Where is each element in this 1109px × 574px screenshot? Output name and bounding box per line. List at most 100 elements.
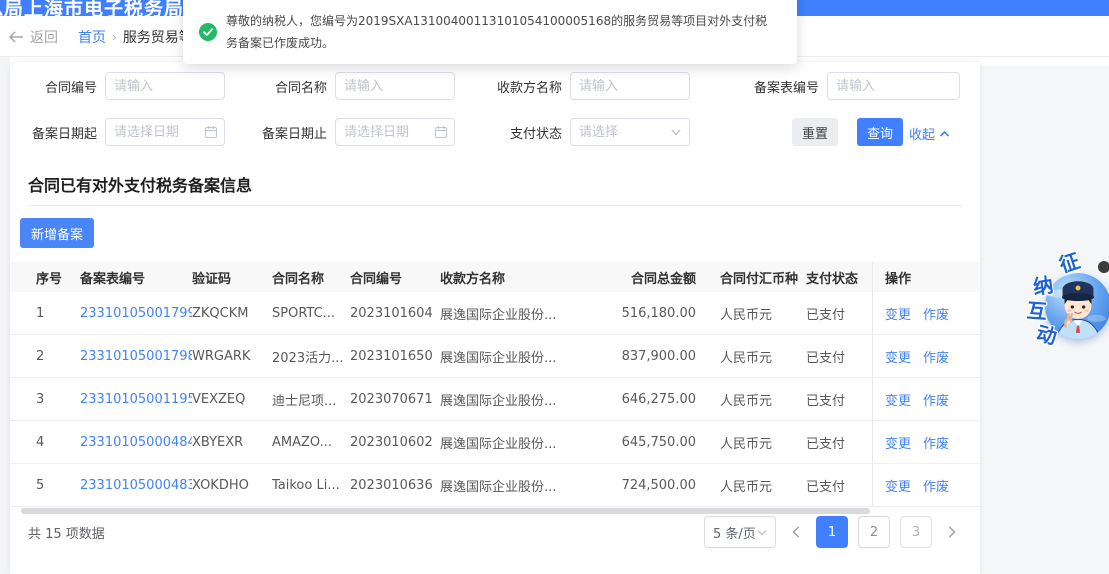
cell-payee: 展逸国际企业股份...	[440, 304, 608, 323]
col-amount: 合同总金额	[608, 268, 710, 287]
cell-status: 已支付	[806, 390, 872, 409]
toast-message: 尊敬的纳税人，您编号为2019SXA1310040011310105410000…	[226, 10, 779, 54]
field-record-date-to: 备案日期止	[247, 118, 455, 146]
cell-payee: 展逸国际企业股份...	[440, 476, 608, 495]
record-date-to-input[interactable]	[335, 118, 455, 146]
breadcrumb-home-link[interactable]: 首页	[78, 27, 106, 47]
cell-seq: 3	[28, 392, 80, 407]
cell-status: 已支付	[806, 304, 872, 323]
breadcrumb-separator: ›	[112, 30, 117, 44]
field-label: 收款方名称	[482, 77, 562, 96]
record-no-link[interactable]: 23310105000483	[80, 478, 192, 493]
collapse-label[interactable]: 收起	[909, 124, 935, 143]
cell-cname: 迪士尼项...	[272, 390, 350, 409]
back-label[interactable]: 返回	[30, 27, 58, 47]
change-link[interactable]: 变更	[885, 476, 911, 495]
pagination: 5 条/页 1 2 3	[704, 516, 962, 548]
field-label: 备案表编号	[739, 77, 819, 96]
payment-status-select[interactable]	[570, 118, 690, 146]
col-actions: 操作	[872, 262, 962, 292]
col-currency: 合同付汇币种	[710, 268, 806, 287]
field-label: 合同名称	[247, 77, 327, 96]
cell-cno: 2023070671	[350, 392, 440, 407]
add-record-button[interactable]: 新增备案	[20, 218, 94, 248]
col-status: 支付状态	[806, 268, 872, 287]
cell-currency: 人民币元	[710, 304, 806, 323]
cell-verify: XOKDHO	[192, 478, 272, 493]
field-payment-status: 支付状态	[482, 118, 690, 146]
void-link[interactable]: 作废	[923, 390, 949, 409]
col-verify: 验证码	[192, 268, 272, 287]
cell-currency: 人民币元	[710, 390, 806, 409]
page-button-1[interactable]: 1	[816, 516, 848, 548]
field-label: 备案日期止	[247, 123, 327, 142]
record-date-from-input[interactable]	[105, 118, 225, 146]
change-link[interactable]: 变更	[885, 390, 911, 409]
record-no-link[interactable]: 23310105001799	[80, 306, 192, 321]
cell-currency: 人民币元	[710, 476, 806, 495]
table-row: 5 23310105000483 XOKDHO Taikoo Li... 202…	[10, 464, 980, 507]
page: 国家税务总局上海市电子税务局 返回 首页 › 服务贸易等 尊敬的纳税人，您编号为…	[0, 0, 1109, 574]
cell-amount: 724,500.00	[608, 478, 710, 493]
site-title: 国家税务总局上海市电子税务局	[0, 0, 184, 16]
field-record-date-from: 备案日期起	[17, 118, 225, 146]
record-no-link[interactable]: 23310105001798	[80, 349, 192, 364]
void-link[interactable]: 作废	[923, 476, 949, 495]
cell-cno: 2023101650	[350, 349, 440, 364]
col-cname: 合同名称	[272, 268, 350, 287]
cell-status: 已支付	[806, 347, 872, 366]
field-label: 支付状态	[482, 123, 562, 142]
back-button[interactable]: 返回	[8, 27, 58, 47]
table-row: 2 23310105001798 WRGARK 2023活力... 202310…	[10, 335, 980, 378]
cell-cno: 2023010636	[350, 478, 440, 493]
cell-verify: VEXZEQ	[192, 392, 272, 407]
col-payee: 收款方名称	[440, 268, 608, 287]
cell-cname: Taikoo Li...	[272, 478, 350, 493]
page-button-3[interactable]: 3	[900, 516, 932, 548]
main-content-card: 合同编号 合同名称 收款方名称 备案表编号 备案日期起 备案日期止	[10, 62, 980, 574]
cell-status: 已支付	[806, 476, 872, 495]
search-button[interactable]: 查询	[857, 118, 903, 146]
col-seq: 序号	[28, 268, 80, 287]
cell-verify: ZKQCKM	[192, 306, 272, 321]
total-count: 共 15 项数据	[28, 523, 105, 542]
void-link[interactable]: 作废	[923, 347, 949, 366]
void-link[interactable]: 作废	[923, 304, 949, 323]
table-row: 1 23310105001799 ZKQCKM SPORTC... 202310…	[10, 292, 980, 335]
next-page-button[interactable]	[942, 516, 962, 548]
back-arrow-icon	[8, 31, 24, 43]
record-no-link[interactable]: 23310105000484	[80, 435, 192, 450]
page-size-select[interactable]: 5 条/页	[704, 516, 776, 548]
void-link[interactable]: 作废	[923, 433, 949, 452]
cell-status: 已支付	[806, 433, 872, 452]
prev-page-button[interactable]	[786, 516, 806, 548]
chevron-left-icon	[792, 526, 800, 538]
col-record: 备案表编号	[80, 268, 192, 287]
cell-seq: 4	[28, 435, 80, 450]
cell-seq: 1	[28, 306, 80, 321]
collapse-toggle[interactable]: 收起	[909, 124, 950, 143]
page-button-2[interactable]: 2	[858, 516, 890, 548]
contract-no-input[interactable]	[105, 72, 225, 100]
cell-seq: 2	[28, 349, 80, 364]
change-link[interactable]: 变更	[885, 304, 911, 323]
widget-char: 征	[1055, 245, 1083, 279]
payee-name-input[interactable]	[570, 72, 690, 100]
chevron-right-icon	[948, 526, 956, 538]
field-payee-name: 收款方名称	[482, 72, 690, 100]
record-no-input[interactable]	[827, 72, 960, 100]
change-link[interactable]: 变更	[885, 347, 911, 366]
change-link[interactable]: 变更	[885, 433, 911, 452]
record-no-link[interactable]: 23310105001195	[80, 392, 192, 407]
cell-payee: 展逸国际企业股份...	[440, 433, 608, 452]
contract-name-input[interactable]	[335, 72, 455, 100]
table-footer: 共 15 项数据 5 条/页 1 2 3	[10, 514, 980, 550]
section-divider	[28, 205, 962, 206]
cell-cno: 2023101604	[350, 306, 440, 321]
interaction-float-widget[interactable]: 征 纳 互 动	[1020, 245, 1109, 355]
field-contract-no: 合同编号	[17, 72, 225, 100]
cell-currency: 人民币元	[710, 347, 806, 366]
reset-button[interactable]: 重置	[792, 118, 838, 146]
records-table: 序号 备案表编号 验证码 合同名称 合同编号 收款方名称 合同总金额 合同付汇币…	[10, 262, 980, 507]
widget-dot-button[interactable]	[1098, 261, 1109, 273]
